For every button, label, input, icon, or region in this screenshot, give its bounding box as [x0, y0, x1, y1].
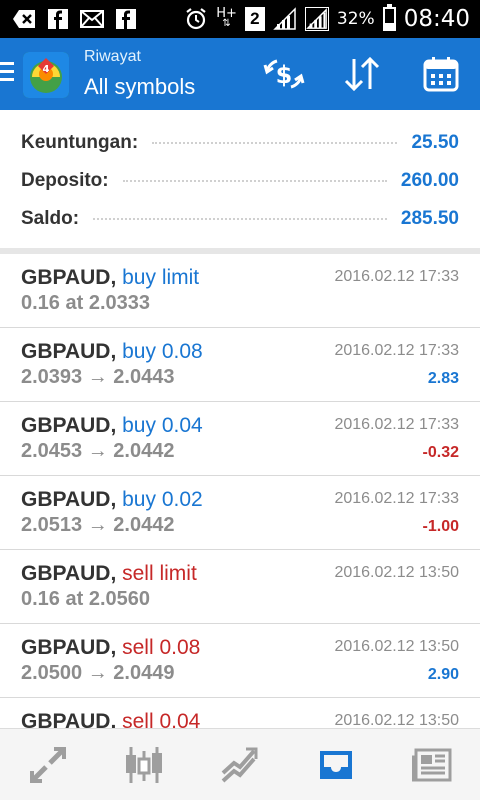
list-item[interactable]: GBPAUD, sell 0.04 2016.02.12 13:50: [0, 698, 480, 728]
sort-icon: [344, 57, 380, 91]
history-icon: [320, 751, 352, 779]
trade-price: 0.16 at 2.0333: [21, 292, 150, 314]
trade-title: GBPAUD, buy 0.08: [21, 340, 203, 364]
trade-icon: [221, 747, 258, 783]
svg-text:4: 4: [43, 64, 50, 75]
list-item[interactable]: GBPAUD, buy 0.08 2.0393 → 2.0443 2016.02…: [0, 328, 480, 402]
trade-type: buy 0.08: [122, 340, 203, 363]
list-item[interactable]: GBPAUD, buy limit 0.16 at 2.0333 2016.02…: [0, 254, 480, 328]
trade-time: 2016.02.12 17:33: [334, 268, 459, 285]
signal-icon: [273, 7, 297, 31]
dotted-leader: [93, 218, 387, 220]
signal-icon: [304, 7, 329, 31]
page-subtitle: Riwayat: [84, 48, 141, 65]
quotes-icon: [30, 747, 66, 783]
app-bar: 4 Riwayat All symbols $: [0, 38, 480, 110]
list-item[interactable]: GBPAUD, sell limit 0.16 at 2.0560 2016.0…: [0, 550, 480, 624]
account-summary: Keuntungan: 25.50 Deposito: 260.00 Saldo…: [0, 110, 480, 250]
page-title[interactable]: All symbols: [84, 74, 195, 100]
trade-profit: -1.00: [422, 518, 459, 535]
trade-title: GBPAUD, buy 0.02: [21, 488, 203, 512]
trade-time: 2016.02.12 13:50: [334, 712, 459, 728]
trade-price: 0.16 at 2.0560: [21, 588, 150, 610]
trade-profit: 2.83: [427, 370, 459, 387]
sort-button[interactable]: [340, 52, 384, 96]
trade-time: 2016.02.12 13:50: [334, 638, 459, 655]
nav-news[interactable]: [384, 729, 480, 800]
bottom-navigation: [0, 728, 480, 800]
currency-exchange-icon: $: [263, 59, 305, 89]
summary-value: 25.50: [411, 132, 459, 153]
trade-time: 2016.02.12 17:33: [334, 342, 459, 359]
backspace-icon: [12, 7, 36, 31]
summary-label: Keuntungan:: [21, 132, 139, 153]
trade-price: 2.0393 → 2.0443: [21, 366, 175, 388]
facebook-icon: [46, 7, 70, 31]
trade-title: GBPAUD, buy 0.04: [21, 414, 203, 438]
summary-label: Saldo:: [21, 208, 80, 229]
trade-type: sell 0.04: [122, 710, 201, 728]
list-item[interactable]: GBPAUD, sell 0.08 2.0500 → 2.0449 2016.0…: [0, 624, 480, 698]
status-bar: H+ ⇅ 2 32% 08:40: [0, 0, 480, 38]
data-arrows-icon: ⇅: [222, 18, 231, 29]
nav-trade[interactable]: [192, 729, 288, 800]
summary-value: 260.00: [400, 170, 459, 191]
menu-icon[interactable]: [0, 62, 14, 84]
calendar-icon: [423, 57, 459, 92]
trade-type: buy limit: [122, 266, 200, 289]
summary-value: 285.50: [400, 208, 459, 229]
svg-text:$: $: [276, 61, 293, 89]
currency-exchange-button[interactable]: $: [262, 52, 306, 96]
summary-row-deposit: Deposito: 260.00: [21, 167, 459, 195]
trade-time: 2016.02.12 17:33: [334, 490, 459, 507]
summary-row-profit: Keuntungan: 25.50: [21, 129, 459, 157]
list-item[interactable]: GBPAUD, buy 0.04 2.0453 → 2.0442 2016.02…: [0, 402, 480, 476]
trade-title: GBPAUD, sell 0.08: [21, 636, 200, 660]
trade-symbol: GBPAUD,: [21, 710, 117, 728]
trade-symbol: GBPAUD,: [21, 562, 117, 585]
battery-percent: 32%: [336, 9, 375, 29]
trade-symbol: GBPAUD,: [21, 636, 117, 659]
app-logo[interactable]: 4: [23, 52, 69, 98]
trade-type: buy 0.04: [122, 414, 203, 437]
dotted-leader: [122, 180, 387, 182]
trade-price: 2.0513 → 2.0442: [21, 514, 175, 536]
trade-type: sell limit: [122, 562, 197, 585]
chart-icon: [126, 747, 162, 783]
trade-symbol: GBPAUD,: [21, 340, 117, 363]
trade-title: GBPAUD, sell 0.04: [21, 710, 200, 728]
trade-time: 2016.02.12 13:50: [334, 564, 459, 581]
trade-symbol: GBPAUD,: [21, 488, 117, 511]
list-item[interactable]: GBPAUD, buy 0.02 2.0513 → 2.0442 2016.02…: [0, 476, 480, 550]
alarm-icon: [184, 7, 208, 31]
trade-title: GBPAUD, buy limit: [21, 266, 199, 290]
calendar-button[interactable]: [419, 52, 463, 96]
trade-type: sell 0.08: [122, 636, 201, 659]
mail-icon: [80, 7, 104, 31]
nav-chart[interactable]: [96, 729, 192, 800]
news-icon: [412, 748, 452, 782]
battery-icon: [382, 4, 396, 31]
sim-badge: 2: [244, 7, 265, 31]
trade-symbol: GBPAUD,: [21, 266, 117, 289]
history-list[interactable]: GBPAUD, buy limit 0.16 at 2.0333 2016.02…: [0, 254, 480, 728]
nav-quotes[interactable]: [0, 729, 96, 800]
trade-profit: -0.32: [422, 444, 459, 461]
summary-label: Deposito:: [21, 170, 109, 191]
nav-history[interactable]: [288, 729, 384, 800]
trade-price: 2.0500 → 2.0449: [21, 662, 175, 684]
trade-time: 2016.02.12 17:33: [334, 416, 459, 433]
network-type: H+ ⇅: [216, 6, 237, 29]
trade-type: buy 0.02: [122, 488, 203, 511]
trade-title: GBPAUD, sell limit: [21, 562, 197, 586]
facebook-icon: [114, 7, 138, 31]
dotted-leader: [152, 142, 398, 144]
clock: 08:40: [403, 6, 470, 32]
trade-price: 2.0453 → 2.0442: [21, 440, 175, 462]
trade-symbol: GBPAUD,: [21, 414, 117, 437]
summary-row-balance: Saldo: 285.50: [21, 205, 459, 233]
trade-profit: 2.90: [427, 666, 459, 683]
